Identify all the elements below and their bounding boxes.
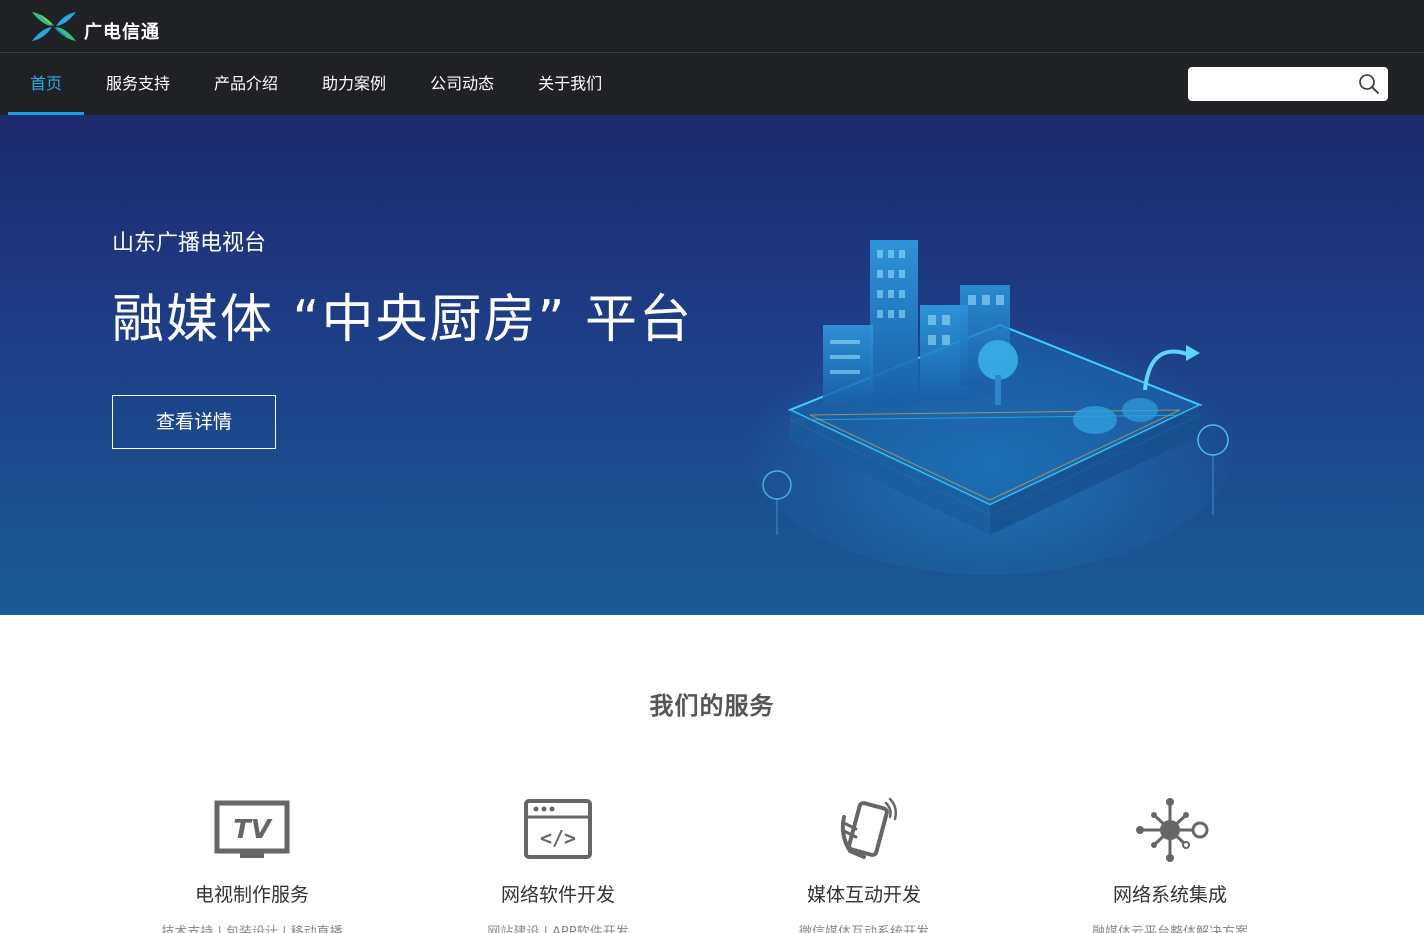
service-desc: 网站建设 | APP软件开发 (487, 925, 629, 933)
services-title: 我们的服务 (649, 692, 775, 720)
service-system-integration[interactable]: 网络系统集成 融媒体云平台整体解决方案 (1020, 795, 1320, 933)
nav-item-home[interactable]: 首页 (8, 53, 85, 115)
service-tv-production[interactable]: TV 电视制作服务 技术支持 | 包装设计 | 移动直播 (102, 795, 402, 933)
logo-icon[interactable] (30, 10, 78, 43)
hero-banner: 山东广播电视台 融媒体 “中央厨房” 平台 查看详情 (0, 115, 1424, 615)
service-name: 网络系统集成 (1112, 884, 1227, 906)
network-icon (1136, 798, 1209, 862)
top-bar: 广电信通 (0, 0, 1424, 53)
main-nav: 首页 服务支持 产品介绍 助力案例 公司动态 关于我们 (0, 53, 1424, 115)
service-name: 网络软件开发 (500, 884, 615, 906)
hero-title: 融媒体 “中央厨房” 平台 (112, 290, 693, 350)
hero-subtitle: 山东广播电视台 (112, 231, 267, 256)
nav-list: 首页 服务支持 产品介绍 助力案例 公司动态 关于我们 (8, 53, 624, 115)
tv-icon: TV (214, 800, 290, 858)
brand-name: 广电信通 (84, 22, 160, 43)
service-media-interaction[interactable]: 媒体互动开发 微信媒体互动系统开发 (714, 795, 1014, 933)
code-window-icon: </> (524, 799, 592, 859)
nav-item-cases[interactable]: 助力案例 (300, 53, 408, 115)
nav-item-products[interactable]: 产品介绍 (192, 53, 300, 115)
service-software-dev[interactable]: </> 网络软件开发 网站建设 | APP软件开发 (408, 795, 708, 933)
search-box (1188, 67, 1388, 101)
phone-hand-icon (840, 797, 898, 859)
service-name: 媒体互动开发 (806, 884, 921, 906)
svg-text:TV: TV (233, 815, 273, 845)
nav-item-news[interactable]: 公司动态 (408, 53, 516, 115)
search-icon[interactable] (1358, 73, 1380, 95)
view-details-button[interactable]: 查看详情 (112, 395, 276, 449)
service-desc: 技术支持 | 包装设计 | 移动直播 (161, 925, 343, 933)
service-name: 电视制作服务 (194, 884, 309, 906)
service-desc: 融媒体云平台整体解决方案 (1091, 925, 1248, 933)
nav-item-about[interactable]: 关于我们 (516, 53, 624, 115)
service-desc: 微信媒体互动系统开发 (798, 925, 929, 933)
nav-item-service-support[interactable]: 服务支持 (84, 53, 192, 115)
search-input[interactable] (1196, 72, 1346, 96)
city-platform-illustration (740, 240, 1240, 575)
svg-text:</>: </> (540, 826, 576, 850)
